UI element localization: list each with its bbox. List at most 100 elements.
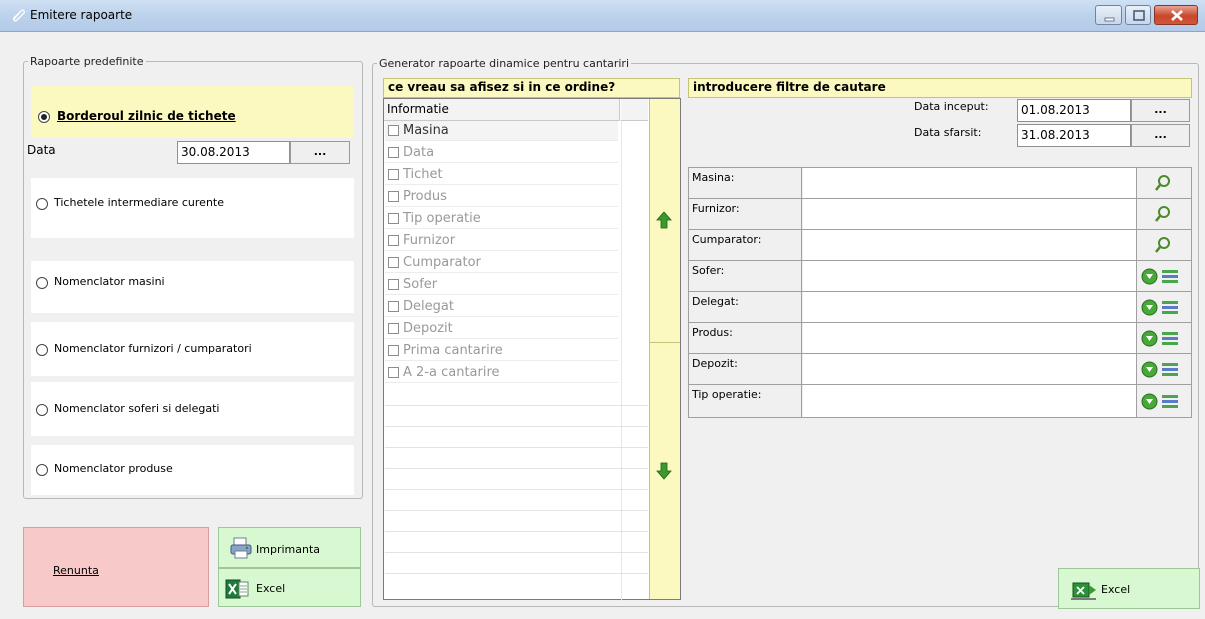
predefined-reports-legend: Rapoarte predefinite — [30, 55, 144, 68]
list-item[interactable]: Produs — [385, 187, 618, 207]
list-item[interactable]: Furnizor — [385, 231, 618, 251]
report-option-intermediate-tickets[interactable]: Tichetele intermediare curente — [31, 178, 354, 238]
print-button[interactable]: Imprimanta — [218, 527, 361, 568]
checkbox[interactable] — [388, 301, 399, 312]
filter-label: Sofer: — [689, 261, 802, 291]
list-item-label: A 2-a cantarire — [403, 365, 500, 380]
radio-button[interactable] — [36, 344, 48, 356]
end-date-picker-button[interactable]: ... — [1131, 124, 1190, 147]
dropdown-list-icon[interactable] — [1161, 393, 1179, 410]
empty-row-line — [385, 552, 648, 553]
delegate-filter-input[interactable] — [803, 292, 1137, 322]
clear-filter-icon[interactable] — [1141, 299, 1158, 316]
filter-label: Tip operatie: — [689, 385, 802, 417]
list-item-label: Furnizor — [403, 233, 456, 248]
radio-button[interactable] — [36, 277, 48, 289]
title-bar: Emitere rapoarte — [0, 0, 1205, 32]
checkbox[interactable] — [388, 323, 399, 334]
dropdown-list-icon[interactable] — [1161, 299, 1179, 316]
list-item[interactable]: Sofer — [385, 275, 618, 295]
customer-filter-input[interactable] — [803, 230, 1137, 260]
filter-grid: Masina: Furnizor: Cumparator: Sofer: Del… — [688, 167, 1192, 418]
dropdown-list-icon[interactable] — [1161, 330, 1179, 347]
end-date-field[interactable]: 31.08.2013 — [1017, 124, 1131, 147]
report-option-drivers-delegates[interactable]: Nomenclator soferi si delegati — [31, 382, 354, 436]
list-item-label: Tichet — [403, 167, 443, 182]
checkbox[interactable] — [388, 235, 399, 246]
warehouse-filter-input[interactable] — [803, 354, 1137, 384]
list-item[interactable]: Data — [385, 143, 618, 163]
list-item[interactable]: Delegat — [385, 297, 618, 317]
list-item[interactable]: A 2-a cantarire — [385, 363, 618, 383]
date-picker-button[interactable]: ... — [290, 141, 350, 164]
close-button[interactable] — [1154, 5, 1198, 25]
list-item[interactable]: Tip operatie — [385, 209, 618, 229]
checkbox[interactable] — [388, 125, 399, 136]
list-item[interactable]: Masina — [385, 121, 618, 141]
list-item[interactable]: Cumparator — [385, 253, 618, 273]
print-button-label: Imprimanta — [256, 543, 321, 556]
supplier-filter-input[interactable] — [803, 199, 1137, 229]
search-icon[interactable] — [1154, 174, 1172, 192]
checkbox[interactable] — [388, 169, 399, 180]
report-option-daily-tickets[interactable]: Borderoul zilnic de tichete — [31, 86, 354, 138]
dropdown-list-icon[interactable] — [1161, 268, 1179, 285]
excel-export-button[interactable]: Excel — [1058, 568, 1200, 609]
filter-label: Furnizor: — [689, 199, 802, 229]
checkbox[interactable] — [388, 191, 399, 202]
filter-label: Delegat: — [689, 292, 802, 322]
report-option-suppliers-customers[interactable]: Nomenclator furnizori / cumparatori — [31, 322, 354, 376]
filter-row-product: Produs: — [689, 323, 1192, 354]
printer-icon — [230, 537, 252, 559]
empty-row-line — [385, 426, 648, 427]
list-item[interactable]: Prima cantarire — [385, 341, 618, 361]
clear-filter-icon[interactable] — [1141, 268, 1158, 285]
driver-filter-input[interactable] — [803, 261, 1137, 291]
list-item[interactable]: Depozit — [385, 319, 618, 339]
filter-row-customer: Cumparator: — [689, 230, 1192, 261]
list-item[interactable]: Tichet — [385, 165, 618, 185]
fields-list[interactable]: Informatie Masina Data Tichet Produs Tip… — [383, 98, 681, 601]
minimize-icon — [1104, 17, 1115, 22]
excel-export-button-left[interactable]: Excel — [218, 568, 361, 607]
checkbox[interactable] — [388, 147, 399, 158]
maximize-icon — [1133, 10, 1145, 21]
checkbox[interactable] — [388, 279, 399, 290]
checkbox[interactable] — [388, 345, 399, 356]
filter-label: Produs: — [689, 323, 802, 353]
cancel-button[interactable]: Renunta — [23, 527, 209, 607]
operation-type-filter-input[interactable] — [803, 385, 1137, 417]
display-order-header: ce vreau sa afisez si in ce ordine? — [383, 78, 680, 98]
clear-filter-icon[interactable] — [1141, 330, 1158, 347]
report-option-label: Nomenclator furnizori / cumparatori — [54, 342, 252, 355]
vehicle-filter-input[interactable] — [803, 168, 1137, 198]
checkbox[interactable] — [388, 257, 399, 268]
search-filters-header: introducere filtre de cautare — [688, 78, 1192, 98]
checkbox[interactable] — [388, 367, 399, 378]
search-icon[interactable] — [1154, 236, 1172, 254]
clear-filter-icon[interactable] — [1141, 361, 1158, 378]
move-down-icon[interactable] — [656, 462, 672, 480]
checkbox[interactable] — [388, 213, 399, 224]
list-item-label: Produs — [403, 189, 447, 204]
radio-button[interactable] — [38, 111, 50, 123]
filter-label: Depozit: — [689, 354, 802, 384]
report-option-vehicles[interactable]: Nomenclator masini — [31, 261, 354, 313]
maximize-button[interactable] — [1125, 5, 1151, 25]
clear-filter-icon[interactable] — [1141, 393, 1158, 410]
start-date-picker-button[interactable]: ... — [1131, 99, 1190, 122]
radio-button[interactable] — [36, 464, 48, 476]
dropdown-list-icon[interactable] — [1161, 361, 1179, 378]
report-option-products[interactable]: Nomenclator produse — [31, 445, 354, 495]
radio-button[interactable] — [36, 198, 48, 210]
report-date-field[interactable]: 30.08.2013 — [177, 141, 290, 164]
move-up-icon[interactable] — [656, 211, 672, 229]
start-date-field[interactable]: 01.08.2013 — [1017, 99, 1131, 122]
search-icon[interactable] — [1154, 205, 1172, 223]
radio-button[interactable] — [36, 404, 48, 416]
minimize-button[interactable] — [1095, 5, 1122, 25]
product-filter-input[interactable] — [803, 323, 1137, 353]
reorder-divider — [649, 342, 680, 343]
excel-export-label: Excel — [1101, 583, 1131, 596]
cancel-button-label: Renunta — [53, 564, 99, 577]
